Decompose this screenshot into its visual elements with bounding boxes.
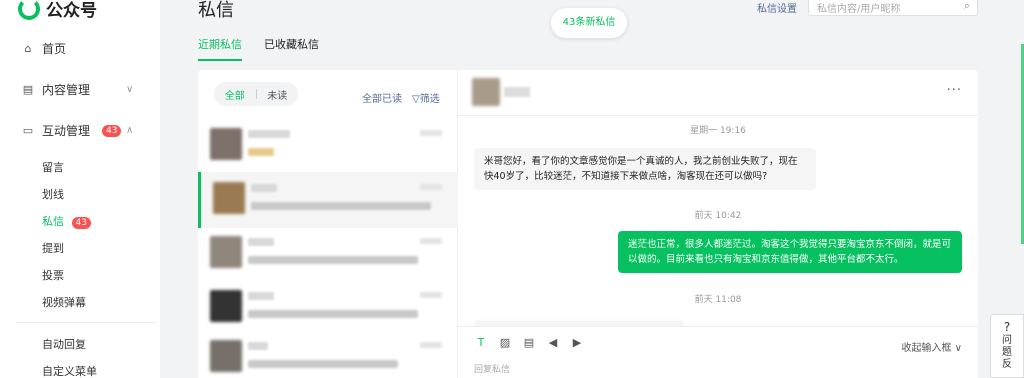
sidebar-subitem-custom-menu[interactable]: 自定义菜单 xyxy=(42,363,97,378)
text-icon[interactable]: T xyxy=(474,336,488,349)
tab-starred-messages[interactable]: 已收藏私信 xyxy=(264,36,319,61)
chevron-up-icon: ∧ xyxy=(126,125,134,136)
avatar xyxy=(210,236,242,268)
sidebar-item-label: 内容管理 xyxy=(42,83,91,97)
avatar xyxy=(210,340,242,372)
app-root: 公众号 ⌂ 首页 ▤ 内容管理 ∨ ▭ 互动管理 43 ∧ 留言 划线 私信 4… xyxy=(0,0,1024,378)
collapse-input-button[interactable]: 收起输入框 ∨ xyxy=(901,339,962,354)
new-messages-pill[interactable]: 43条新私信 xyxy=(551,8,627,38)
sidebar-item-interaction[interactable]: ▭ 互动管理 43 ∧ xyxy=(22,122,134,139)
conversation-item[interactable] xyxy=(198,172,458,228)
help-button[interactable]: ? 问题反 xyxy=(990,314,1024,378)
brand[interactable]: 公众号 xyxy=(18,0,97,21)
sidebar: 公众号 ⌂ 首页 ▤ 内容管理 ∨ ▭ 互动管理 43 ∧ 留言 划线 私信 4… xyxy=(0,0,160,378)
chat-header: ··· xyxy=(458,70,978,116)
chevron-down-icon: ∨ xyxy=(126,84,134,95)
divider xyxy=(16,322,156,323)
contact-name xyxy=(504,87,530,97)
sidebar-subitem-mentions[interactable]: 提到 xyxy=(42,240,64,256)
contact-name xyxy=(248,238,274,246)
message-preview xyxy=(248,360,398,368)
sidebar-item-label: 互动管理 xyxy=(42,124,91,138)
search-icon[interactable]: ⌕ xyxy=(964,0,970,13)
chevron-down-icon: ∨ xyxy=(954,343,962,354)
sidebar-subitem-votes[interactable]: 投票 xyxy=(42,267,64,283)
conversation-item[interactable] xyxy=(198,226,458,282)
conversation-item[interactable] xyxy=(198,118,458,174)
reply-input[interactable]: 回复私信 xyxy=(474,362,510,375)
incoming-message: 米哥您好，看了你的文章感觉你是一个真诚的人，我之前创业失败了，现在快40岁了，比… xyxy=(474,148,816,190)
sidebar-subitem-messages[interactable]: 私信 43 xyxy=(42,213,91,229)
composer-toolbar: T ▨ ▤ ◀ ▶ xyxy=(474,336,584,349)
avatar xyxy=(210,128,242,160)
filter-icon: ▽ xyxy=(412,94,420,105)
message-time xyxy=(420,238,442,244)
conversation-list: 全部 未读 全部已读 ▽筛选 xyxy=(198,70,458,378)
message-timestamp: 前天 11:08 xyxy=(694,295,742,305)
page-title: 私信 xyxy=(198,0,234,21)
message-preview xyxy=(248,256,418,264)
article-icon[interactable]: ▤ xyxy=(522,336,536,349)
count-badge: 43 xyxy=(71,217,91,229)
contact-name xyxy=(248,342,268,350)
help-label: 问题反 xyxy=(1002,335,1012,370)
tab-recent-messages[interactable]: 近期私信 xyxy=(198,36,242,61)
message-time xyxy=(420,130,442,136)
message-timestamp: 前天 10:42 xyxy=(694,211,742,221)
message-time xyxy=(420,184,442,190)
conversation-item[interactable] xyxy=(198,280,458,336)
contact-name xyxy=(251,184,277,192)
sidebar-subitem-auto-reply[interactable]: 自动回复 xyxy=(42,336,86,352)
image-icon[interactable]: ▨ xyxy=(498,336,512,349)
search-placeholder: 私信内容/用户昵称 xyxy=(817,4,901,15)
outgoing-message: 迷茫也正常，很多人都迷茫过。淘客这个我觉得只要淘宝京东不倒闭，就是可以做的。目前… xyxy=(618,231,962,273)
mark-all-read-button[interactable]: 全部已读 xyxy=(362,90,402,105)
contact-name xyxy=(248,292,274,300)
message-preview xyxy=(248,310,418,318)
filter-label: 筛选 xyxy=(419,94,440,105)
tab-bar: 近期私信 已收藏私信 xyxy=(198,36,319,61)
brand-logo-icon xyxy=(18,0,40,20)
message-time xyxy=(420,292,442,298)
sidebar-subitem-comments[interactable]: 留言 xyxy=(42,159,64,175)
contact-name xyxy=(248,130,290,138)
sidebar-subitem-danmaku[interactable]: 视频弹幕 xyxy=(42,294,86,310)
search-input[interactable]: 私信内容/用户昵称 ⌕ xyxy=(808,0,978,16)
filter-all[interactable]: 全部 xyxy=(214,87,256,102)
sidebar-subitem-highlights[interactable]: 划线 xyxy=(42,186,64,202)
count-badge: 43 xyxy=(102,124,122,137)
video-icon[interactable]: ▶ xyxy=(570,336,584,349)
message-composer: T ▨ ▤ ◀ ▶ 收起输入框 ∨ 回复私信 xyxy=(458,326,978,378)
home-icon: ⌂ xyxy=(24,41,32,55)
sidebar-subitem-label: 私信 xyxy=(42,215,64,228)
filter-unread[interactable]: 未读 xyxy=(257,87,299,102)
audio-icon[interactable]: ◀ xyxy=(546,336,560,349)
more-icon[interactable]: ··· xyxy=(947,83,962,98)
read-filter-toggle: 全部 未读 xyxy=(214,82,298,106)
sidebar-item-content[interactable]: ▤ 内容管理 ∨ xyxy=(22,81,134,98)
message-icon: ▭ xyxy=(22,123,34,137)
chat-panel: ··· 星期一 19:16 米哥您好，看了你的文章感觉你是一个真诚的人，我之前创… xyxy=(458,70,978,378)
message-time xyxy=(420,342,442,348)
avatar xyxy=(210,290,242,322)
message-settings-link[interactable]: 私信设置 xyxy=(757,0,797,15)
message-preview xyxy=(251,202,431,210)
avatar xyxy=(213,182,245,214)
document-icon: ▤ xyxy=(22,82,34,96)
collapse-label: 收起输入框 xyxy=(901,343,952,354)
sidebar-item-label: 首页 xyxy=(42,42,67,56)
avatar xyxy=(472,78,500,106)
message-preview xyxy=(248,148,274,156)
filter-button[interactable]: ▽筛选 xyxy=(412,90,440,105)
conversation-item[interactable] xyxy=(198,330,458,378)
message-timestamp: 星期一 19:16 xyxy=(690,126,746,136)
brand-name: 公众号 xyxy=(46,1,97,21)
help-icon: ? xyxy=(1003,320,1011,334)
sidebar-item-home[interactable]: ⌂ 首页 xyxy=(22,40,67,57)
